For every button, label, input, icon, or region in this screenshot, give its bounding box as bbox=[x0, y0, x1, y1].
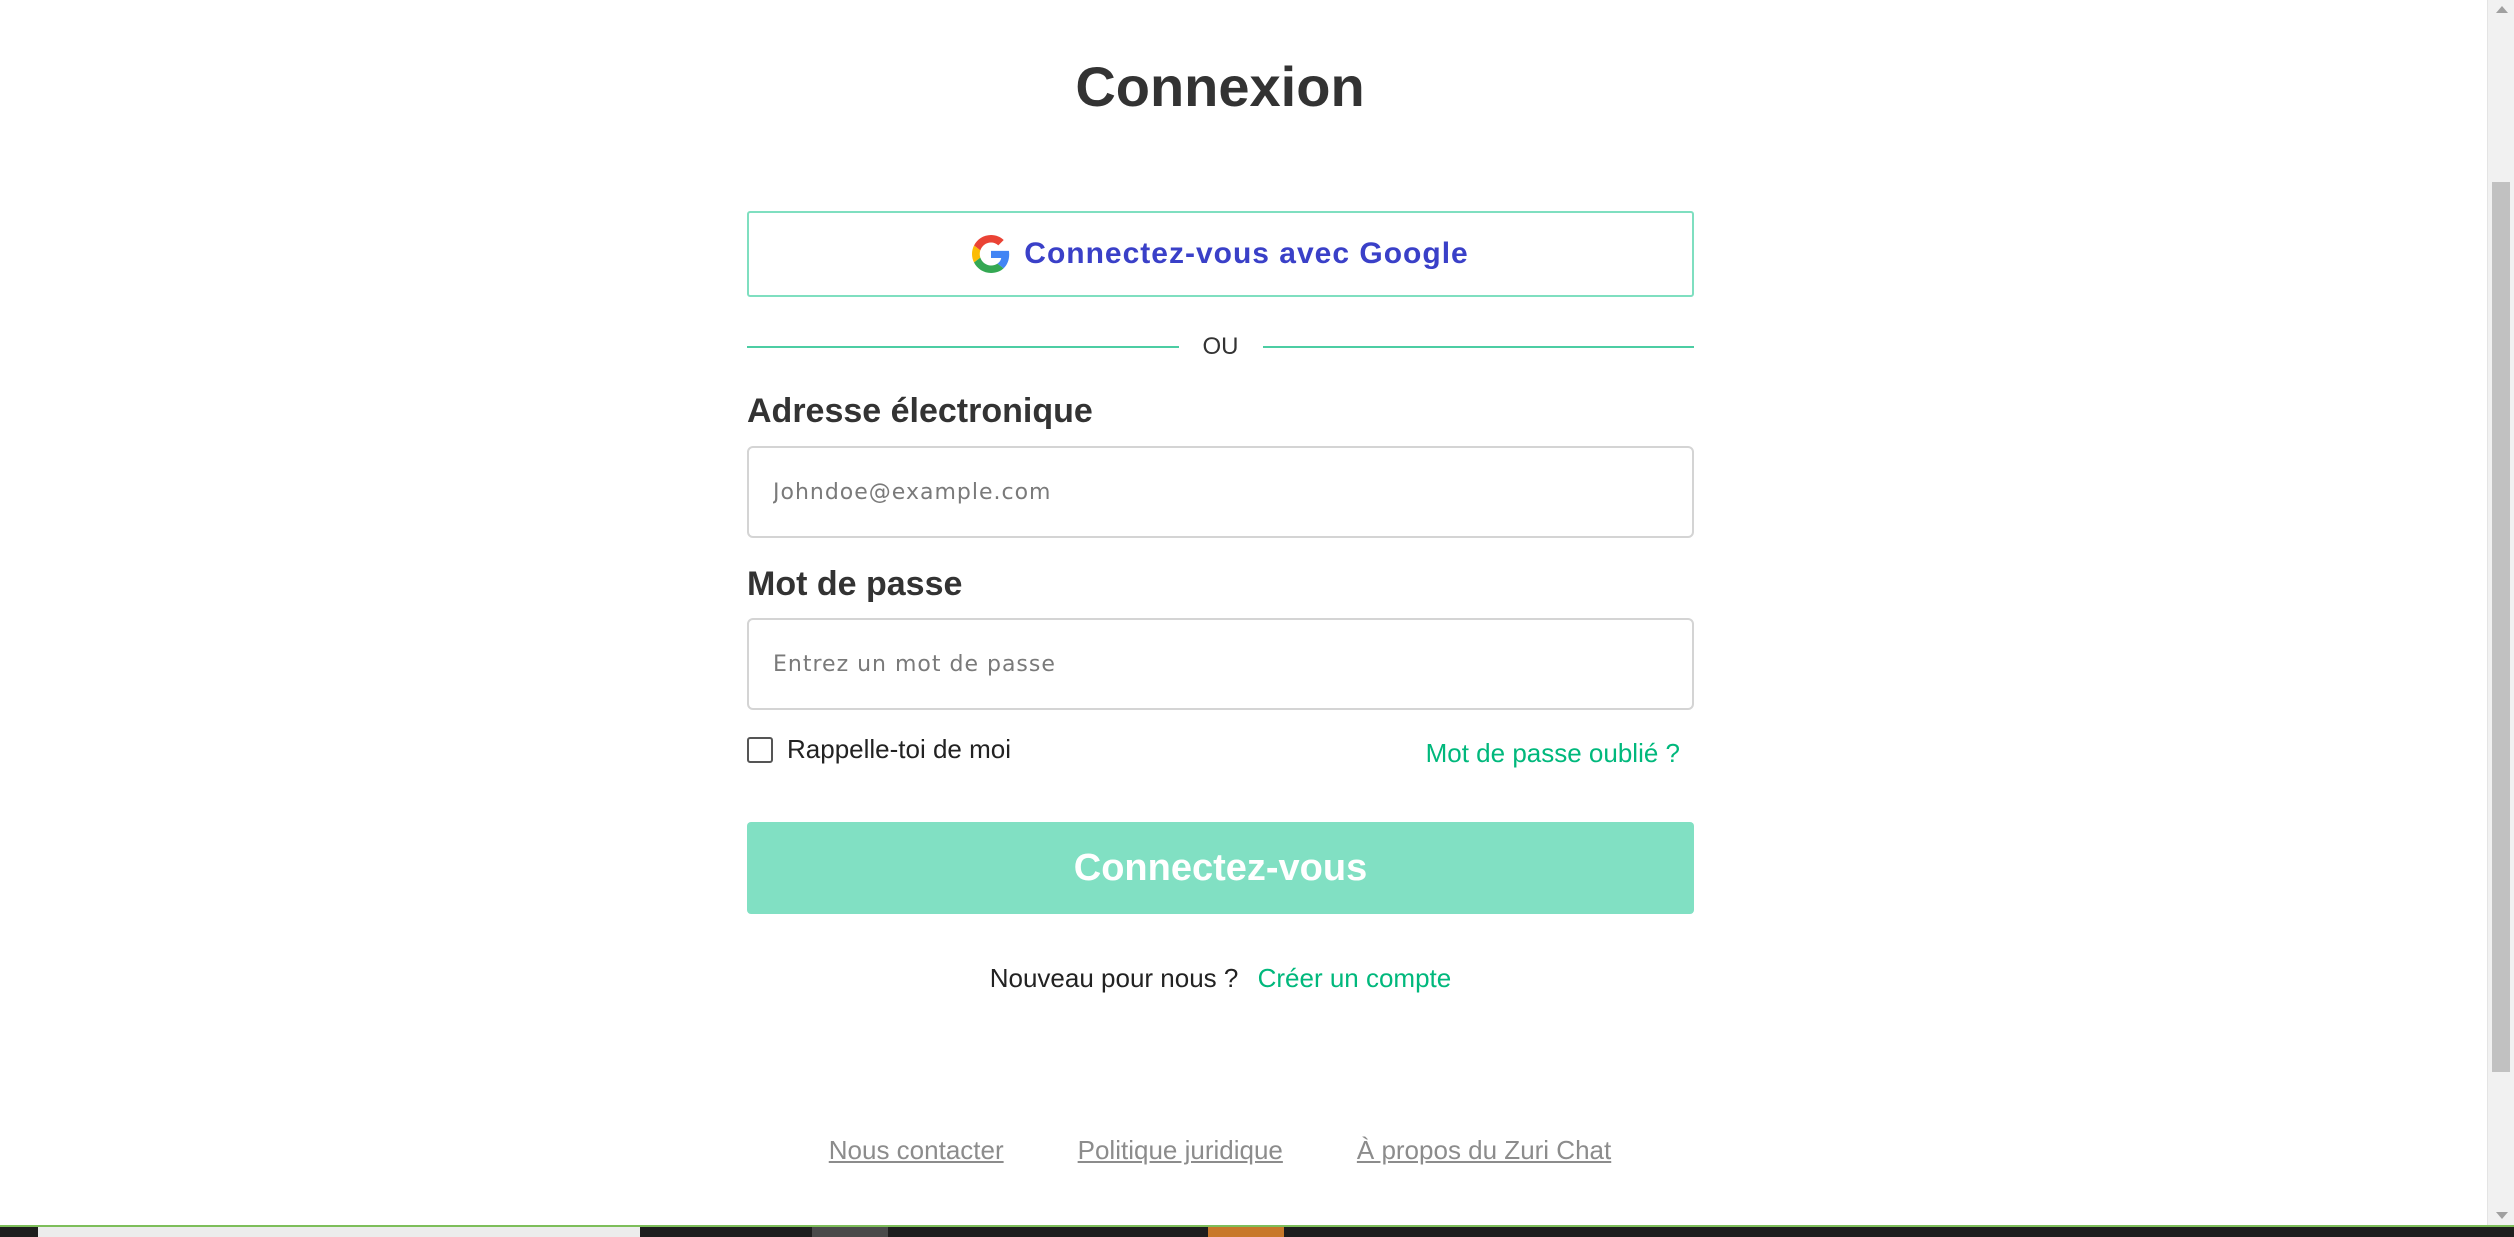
remember-me: Rappelle-toi de moi bbox=[747, 734, 1011, 765]
vertical-scrollbar[interactable] bbox=[2487, 0, 2514, 1225]
google-signin-button[interactable]: Connectez-vous avec Google bbox=[747, 211, 1694, 297]
scrollbar-thumb[interactable] bbox=[2492, 182, 2510, 1072]
or-divider: OU bbox=[747, 330, 1694, 364]
remember-me-label[interactable]: Rappelle-toi de moi bbox=[787, 734, 1011, 765]
divider-text: OU bbox=[1202, 333, 1239, 360]
footer-link-legal[interactable]: Politique juridique bbox=[1078, 1135, 1283, 1166]
google-signin-label: Connectez-vous avec Google bbox=[1024, 237, 1469, 270]
footer-link-contact[interactable]: Nous contacter bbox=[829, 1135, 1004, 1166]
forgot-password-link[interactable]: Mot de passe oublié ? bbox=[1426, 738, 1680, 769]
divider-line-right bbox=[1262, 346, 1694, 348]
create-account-link[interactable]: Créer un compte bbox=[1258, 963, 1452, 993]
footer-link-about[interactable]: À propos du Zuri Chat bbox=[1357, 1135, 1611, 1166]
taskbar-item bbox=[38, 1227, 640, 1237]
footer: Nous contacter Politique juridique À pro… bbox=[0, 1135, 2440, 1166]
signup-prompt: Nouveau pour nous ? bbox=[989, 963, 1239, 993]
taskbar-strip bbox=[0, 1225, 2514, 1237]
email-label: Adresse électronique bbox=[747, 392, 1093, 430]
taskbar-item bbox=[812, 1227, 888, 1237]
taskbar-item bbox=[1208, 1227, 1284, 1237]
signup-row: Nouveau pour nous ? Créer un compte bbox=[747, 963, 1694, 994]
password-field[interactable] bbox=[747, 618, 1694, 710]
remember-me-checkbox[interactable] bbox=[747, 736, 773, 763]
divider-line-left bbox=[747, 346, 1179, 348]
page-title: Connexion bbox=[1075, 55, 1365, 118]
google-g-icon bbox=[972, 235, 1010, 273]
scroll-up-icon[interactable] bbox=[2496, 6, 2508, 13]
password-label: Mot de passe bbox=[747, 565, 963, 603]
scroll-down-icon[interactable] bbox=[2496, 1212, 2508, 1219]
login-button[interactable]: Connectez-vous bbox=[747, 822, 1694, 914]
email-field[interactable] bbox=[747, 446, 1694, 538]
